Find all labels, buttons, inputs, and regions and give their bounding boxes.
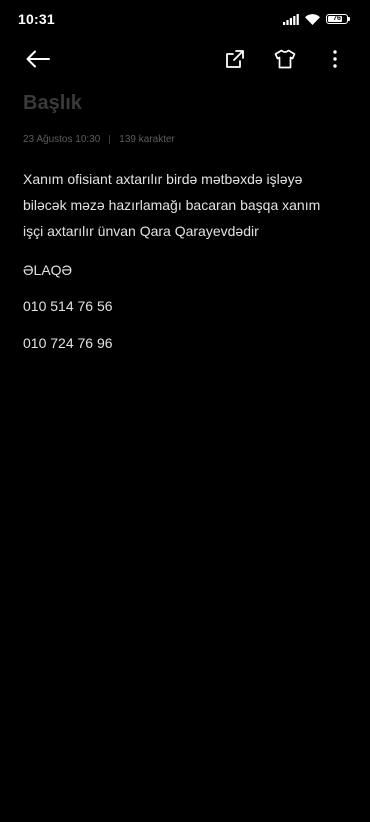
contact-label[interactable]: ƏLAQƏ — [23, 260, 72, 280]
status-bar: 10:31 76 — [0, 0, 370, 38]
more-button[interactable] — [322, 46, 348, 72]
status-time: 10:31 — [18, 11, 55, 27]
back-button[interactable] — [25, 46, 51, 72]
back-arrow-icon — [26, 50, 50, 68]
theme-button[interactable] — [272, 46, 298, 72]
battery-icon: 76 — [326, 14, 350, 24]
share-button[interactable] — [222, 46, 248, 72]
phone-number-2[interactable]: 010 724 76 96 — [23, 333, 113, 353]
note-title[interactable]: Başlık — [23, 92, 82, 115]
note-body[interactable]: Xanım ofisiant axtarılır birdə mətbəxdə … — [23, 166, 343, 351]
phone-number-1[interactable]: 010 514 76 56 — [23, 296, 113, 316]
battery-level: 76 — [333, 15, 341, 22]
status-icons: 76 — [283, 12, 350, 26]
wifi-icon — [305, 13, 320, 25]
toolbar — [0, 40, 370, 78]
more-vertical-icon — [333, 50, 337, 68]
note-date: 23 Ağustos 10:30 — [23, 134, 101, 145]
meta-divider — [109, 135, 111, 144]
note-char-count: 139 karakter — [119, 134, 175, 145]
note-meta: 23 Ağustos 10:30 139 karakter — [23, 134, 175, 145]
tshirt-icon — [274, 49, 296, 69]
note-body-text[interactable]: Xanım ofisiant axtarılır birdə mətbəxdə … — [23, 166, 343, 244]
signal-icon — [283, 13, 299, 25]
share-icon — [226, 50, 244, 68]
